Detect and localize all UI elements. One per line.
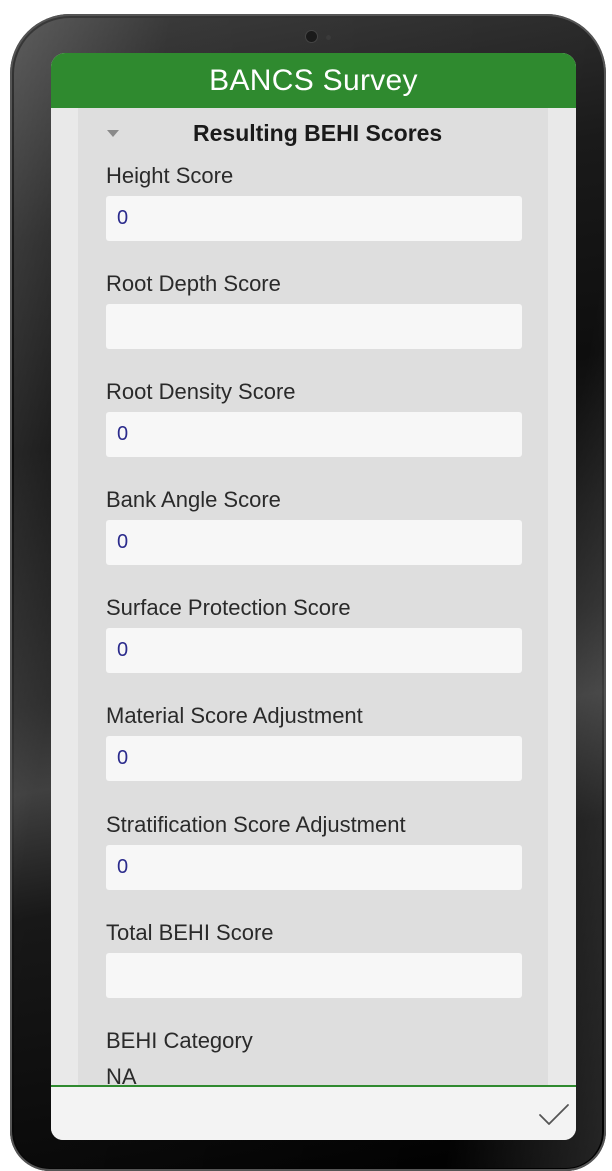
bank-angle-score-field[interactable]: 0 (106, 520, 522, 565)
section-title: Resulting BEHI Scores (193, 120, 443, 146)
material-score-adjustment-field[interactable]: 0 (106, 736, 522, 781)
device-stage: BANCS Survey Resulting BEHI Scores Heigh… (0, 0, 612, 1171)
form-footer (51, 1085, 576, 1140)
root-depth-score-label: Root Depth Score (106, 271, 281, 296)
chevron-down-icon[interactable] (107, 130, 119, 137)
sensor-dot (326, 35, 331, 40)
stratification-score-adjustment-field[interactable]: 0 (106, 845, 522, 890)
total-behi-score-label: Total BEHI Score (106, 920, 274, 945)
total-behi-score-field[interactable] (106, 953, 522, 998)
surface-protection-score-field[interactable]: 0 (106, 628, 522, 673)
app-header: BANCS Survey (51, 53, 576, 108)
checkmark-icon[interactable] (538, 1103, 570, 1127)
material-score-adjustment-label: Material Score Adjustment (106, 703, 363, 728)
app-title: BANCS Survey (209, 63, 418, 97)
root-depth-score-field[interactable] (106, 304, 522, 349)
form-scroll-area[interactable]: Resulting BEHI Scores Height Score 0 Roo… (51, 108, 576, 1085)
root-density-score-field[interactable]: 0 (106, 412, 522, 457)
root-density-score-label: Root Density Score (106, 379, 296, 404)
app-screen: BANCS Survey Resulting BEHI Scores Heigh… (51, 53, 576, 1140)
stratification-score-adjustment-label: Stratification Score Adjustment (106, 812, 406, 837)
bank-angle-score-label: Bank Angle Score (106, 487, 281, 512)
section-header-behi-scores[interactable]: Resulting BEHI Scores (95, 118, 535, 148)
height-score-field[interactable]: 0 (106, 196, 522, 241)
behi-category-value: NA (106, 1064, 137, 1085)
behi-category-label: BEHI Category (106, 1028, 253, 1053)
front-camera (306, 31, 317, 42)
height-score-label: Height Score (106, 163, 234, 188)
surface-protection-score-label: Surface Protection Score (106, 595, 351, 620)
